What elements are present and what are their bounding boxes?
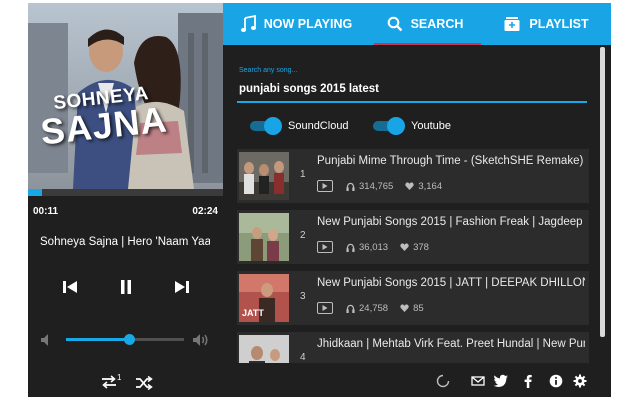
shuffle-icon [136,375,153,391]
toggle-knob [387,117,405,135]
time-current: 00:11 [33,206,59,217]
mute-button[interactable] [39,332,55,348]
tab-playlist[interactable]: PLAYLIST [481,3,611,45]
search-label: Search any song... [239,67,298,74]
play-icon[interactable] [317,241,333,253]
search-icon [387,16,402,32]
result-listens: 36,013 [359,241,389,253]
bottom-toolbar [223,365,611,397]
next-button[interactable] [170,275,194,299]
results-scrollbar[interactable] [600,47,605,337]
svg-text:JATT: JATT [242,308,264,318]
now-playing-title: Sohneya Sajna | Hero 'Naam Yaad Rakhi' |… [40,236,210,248]
next-icon [175,281,189,293]
headphones-icon [346,243,355,252]
settings-icon[interactable] [573,374,587,388]
repeat-count: 1 [117,373,122,382]
search-input[interactable] [237,79,585,99]
volume-low-icon [41,334,48,346]
result-thumbnail: JATT [239,274,289,322]
result-title: Punjabi Mime Through Time - (SketchSHE R… [317,155,584,167]
soundcloud-toggle[interactable] [250,117,282,135]
result-number: 2 [300,230,306,241]
tab-now-playing-label: NOW PLAYING [263,17,353,31]
time-total: 02:24 [192,206,218,217]
result-listens: 314,765 [359,180,394,192]
max-volume-button[interactable] [191,332,211,348]
result-item[interactable]: 2 New Punjabi Songs 2015 | Fashion Freak… [237,210,589,264]
result-likes: 3,164 [418,180,443,192]
play-icon[interactable] [317,302,333,314]
toggle-knob [264,117,282,135]
shuffle-button[interactable] [135,375,153,391]
result-item[interactable]: 4 Jhidkaan | Mehtab Virk Feat. Preet Hun… [237,332,589,363]
result-thumbnail-image [239,335,289,363]
result-title: New Punjabi Songs 2015 | Fashion Freak |… [317,216,585,228]
result-thumbnail [239,335,289,363]
result-thumbnail-image [239,152,289,200]
tab-bar: NOW PLAYING SEARCH PLAYLIST [223,3,611,45]
volume-slider[interactable] [66,334,184,345]
content-panel: NOW PLAYING SEARCH PLAYLIST Search any s… [223,3,611,397]
result-meta: 314,765 3,164 [317,180,454,192]
result-listens: 24,758 [359,302,389,314]
volume-slider-knob[interactable] [123,334,135,345]
playlist-icon [504,17,520,31]
video-thumbnail: SOHNEYA SAJNA [28,3,223,189]
result-thumbnail-image: JATT [239,274,289,322]
result-thumbnail [239,152,289,200]
volume-slider-fill [66,338,129,341]
result-thumbnail [239,213,289,261]
repeat-icon [102,375,116,389]
result-likes: 378 [413,241,429,253]
info-icon[interactable] [549,374,563,388]
heart-icon [400,243,409,251]
youtube-label: Youtube [411,120,451,132]
play-icon[interactable] [317,180,333,192]
result-title: New Punjabi Songs 2015 | JATT | DEEPAK D… [317,277,585,289]
player-panel: SOHNEYA SAJNA 00:11 02:24 Sohneya Sajna … [28,3,223,397]
prev-icon [63,281,77,293]
search-results-list: 1 Punjabi Mime Through Time - (SketchSHE… [237,149,591,363]
twitter-icon[interactable] [493,374,509,388]
heart-icon [405,182,415,190]
active-tab-indicator [374,43,481,45]
result-number: 3 [300,291,306,302]
music-note-icon [240,15,256,32]
headphones-icon [346,182,355,191]
mail-icon[interactable] [471,374,485,388]
result-title: Jhidkaan | Mehtab Virk Feat. Preet Hunda… [317,338,585,350]
result-item[interactable]: JATT 3 New Punjabi Songs 2015 | JATT | D… [237,271,589,325]
spinner-icon [436,374,450,388]
seek-bar-fill [28,189,42,196]
headphones-icon [346,304,355,313]
youtube-toggle[interactable] [373,117,405,135]
seek-bar[interactable] [28,189,223,196]
facebook-icon[interactable] [523,374,533,388]
volume-high-icon [193,334,208,346]
result-meta: 24,758 85 [317,302,436,314]
pause-button[interactable] [114,275,138,299]
soundcloud-label: SoundCloud [288,120,349,132]
tab-search-label: SEARCH [410,17,464,31]
result-item[interactable]: 1 Punjabi Mime Through Time - (SketchSHE… [237,149,589,203]
result-thumbnail-image [239,213,289,261]
heart-icon [400,304,409,312]
pause-icon [121,280,131,294]
previous-button[interactable] [58,275,82,299]
search-input-underline [237,101,587,103]
result-meta: 36,013 378 [317,241,441,253]
result-number: 4 [300,352,306,363]
result-number: 1 [300,169,306,180]
music-app-window: SOHNEYA SAJNA 00:11 02:24 Sohneya Sajna … [28,3,611,397]
tab-search[interactable]: SEARCH [369,3,481,45]
tab-now-playing[interactable]: NOW PLAYING [223,3,369,45]
result-likes: 85 [413,302,424,314]
tab-playlist-label: PLAYLIST [529,17,589,31]
